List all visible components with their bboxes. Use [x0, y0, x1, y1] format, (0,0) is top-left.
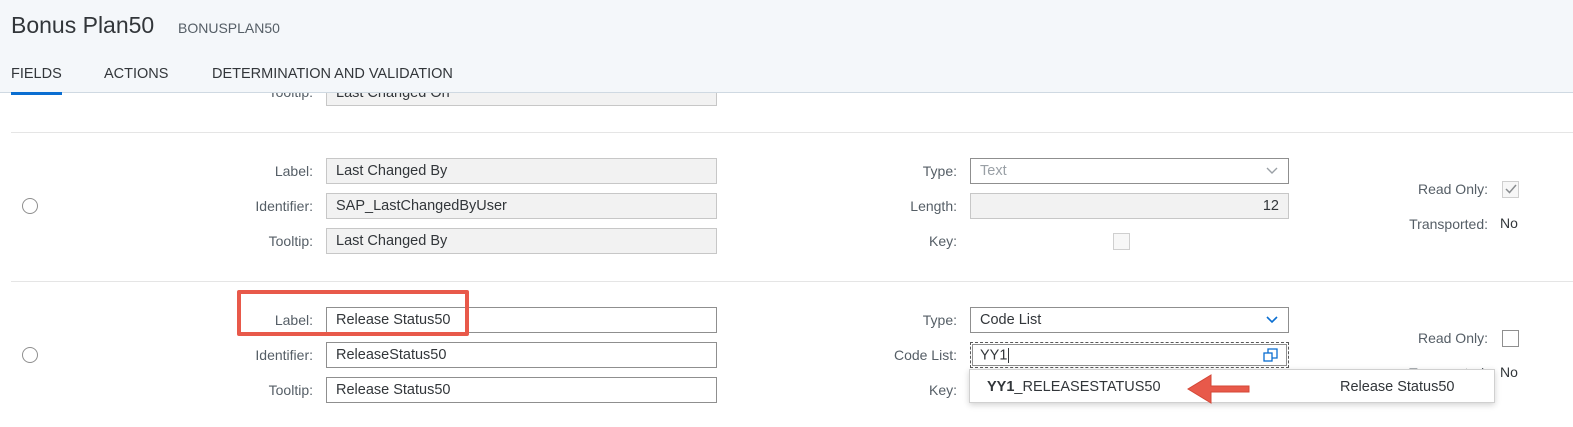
tooltip-field[interactable]: Release Status50 — [326, 377, 717, 403]
tab-fields[interactable]: FIELDS — [11, 66, 62, 95]
key-label: Key: — [928, 233, 957, 249]
row-select-radio[interactable] — [22, 347, 38, 363]
read-only-checkbox[interactable] — [1502, 181, 1519, 198]
tooltip-field[interactable]: Last Changed By — [326, 228, 717, 254]
read-only-label: Read Only: — [1417, 330, 1488, 346]
tooltip-label: Tooltip: — [268, 382, 313, 398]
row-divider — [11, 281, 1573, 282]
suggestion-match-text: YY1 — [987, 379, 1015, 395]
read-only-label: Read Only: — [1417, 181, 1488, 197]
length-label: Length: — [910, 198, 957, 214]
page-title: Bonus Plan50 — [11, 12, 155, 38]
label-label: Label: — [274, 163, 313, 179]
row-select-radio[interactable] — [22, 198, 38, 214]
row-divider — [11, 132, 1573, 133]
value-help-icon[interactable] — [1263, 348, 1278, 365]
type-select[interactable]: Text — [970, 158, 1289, 184]
identifier-field[interactable]: SAP_LastChangedByUser — [326, 193, 717, 219]
suggestion-description: Release Status50 — [1340, 379, 1455, 395]
identifier-field[interactable]: ReleaseStatus50 — [326, 342, 717, 368]
text-cursor — [1008, 348, 1010, 363]
code-list-label: Code List: — [893, 347, 957, 363]
tab-determination-and-validation[interactable]: DETERMINATION AND VALIDATION — [212, 66, 453, 92]
key-label: Key: — [928, 382, 957, 398]
type-select[interactable]: Code List — [970, 307, 1289, 333]
tab-actions[interactable]: ACTIONS — [104, 66, 168, 92]
label-field[interactable]: Last Changed By — [326, 158, 717, 184]
page-subtitle: BONUSPLAN50 — [178, 20, 280, 36]
type-label: Type: — [922, 312, 957, 328]
checkmark-icon — [1504, 182, 1517, 197]
identifier-label: Identifier: — [255, 347, 313, 363]
suggestion-rest-text: _RELEASESTATUS50 — [1014, 379, 1161, 395]
transported-value: No — [1500, 364, 1518, 380]
annotation-arrow-icon — [1185, 370, 1253, 413]
suggestion-code: YY1_RELEASESTATUS50 — [987, 379, 1161, 395]
tooltip-label: Tooltip: — [268, 233, 313, 249]
code-list-input-value: YY1 — [980, 347, 1008, 364]
transported-label: Transported: — [1409, 216, 1488, 232]
chevron-down-icon — [1266, 312, 1278, 327]
read-only-checkbox[interactable] — [1502, 330, 1519, 347]
type-select-value: Text — [980, 163, 1007, 179]
type-select-value: Code List — [980, 312, 1042, 328]
code-list-input[interactable]: YY1 — [970, 342, 1289, 368]
identifier-label: Identifier: — [255, 198, 313, 214]
highlight-box — [237, 290, 469, 336]
chevron-down-icon — [1266, 163, 1278, 178]
type-label: Type: — [922, 163, 957, 179]
object-header: Bonus Plan50 BONUSPLAN50 FIELDS ACTIONS … — [0, 0, 1573, 95]
transported-value: No — [1500, 215, 1518, 231]
key-checkbox[interactable] — [1113, 233, 1130, 250]
length-field[interactable]: 12 — [970, 193, 1289, 219]
